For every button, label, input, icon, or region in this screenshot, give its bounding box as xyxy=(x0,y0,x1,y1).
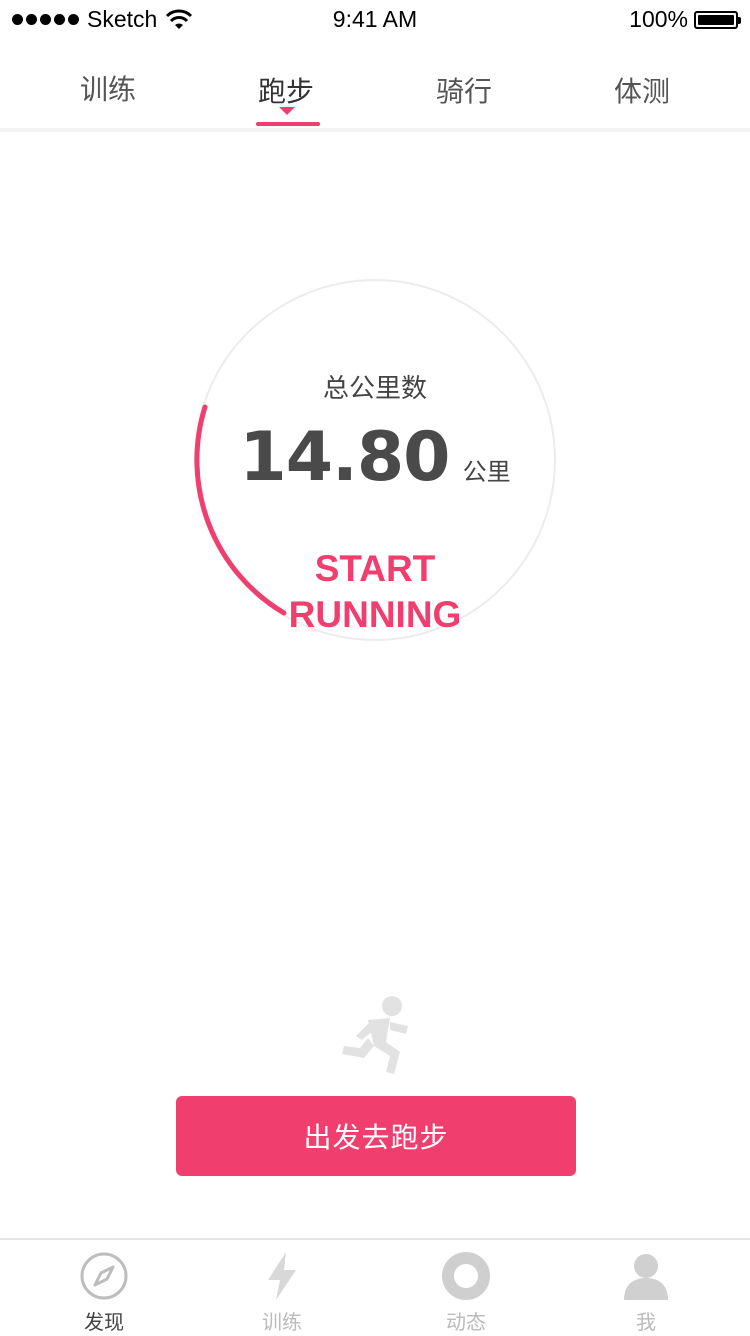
start-line-2: RUNNING xyxy=(288,594,462,635)
total-distance-row: 14.80 公里 xyxy=(0,418,750,497)
tab-active-indicator xyxy=(256,122,320,126)
status-bar: Sketch 9:41 AM 100% xyxy=(0,0,750,40)
lightning-icon xyxy=(268,1252,296,1300)
start-line-1: START xyxy=(314,548,436,589)
distance-ring: 总公里数 14.80 公里 START RUNNING xyxy=(0,132,750,692)
nav-discover[interactable]: 发现 xyxy=(44,1250,164,1335)
tab-active-arrow-icon xyxy=(279,107,295,115)
tab-running[interactable]: 跑步 xyxy=(226,70,346,110)
nav-label-me: 我 xyxy=(636,1310,656,1334)
distance-unit: 公里 xyxy=(462,458,511,486)
top-tab-bar: 训练 跑步 骑行 体测 xyxy=(0,40,750,128)
user-icon xyxy=(624,1254,668,1300)
nav-me[interactable]: 我 xyxy=(586,1250,706,1335)
tab-training[interactable]: 训练 xyxy=(48,68,168,108)
tab-fitness-test[interactable]: 体测 xyxy=(582,70,702,110)
total-distance-value: 14.80 xyxy=(239,418,450,497)
total-distance-label: 总公里数 xyxy=(322,374,427,404)
bottom-nav: 发现 训练 动态 我 xyxy=(0,1238,750,1336)
nav-activity[interactable]: 动态 xyxy=(406,1250,526,1335)
nav-label-discover: 发现 xyxy=(84,1310,124,1334)
ring-icon xyxy=(442,1252,490,1300)
runner-icon xyxy=(342,996,408,1074)
battery-percent: 100% xyxy=(629,6,688,32)
compass-icon xyxy=(80,1252,128,1300)
status-right: 100% xyxy=(629,6,741,33)
battery-icon xyxy=(694,10,741,29)
nav-label-activity: 动态 xyxy=(446,1310,486,1334)
start-running-link[interactable]: START RUNNING xyxy=(0,546,750,638)
tab-cycling[interactable]: 骑行 xyxy=(404,70,524,110)
start-running-button[interactable]: 出发去跑步 xyxy=(176,1096,576,1176)
nav-training[interactable]: 训练 xyxy=(222,1250,342,1335)
nav-label-training: 训练 xyxy=(262,1310,302,1334)
